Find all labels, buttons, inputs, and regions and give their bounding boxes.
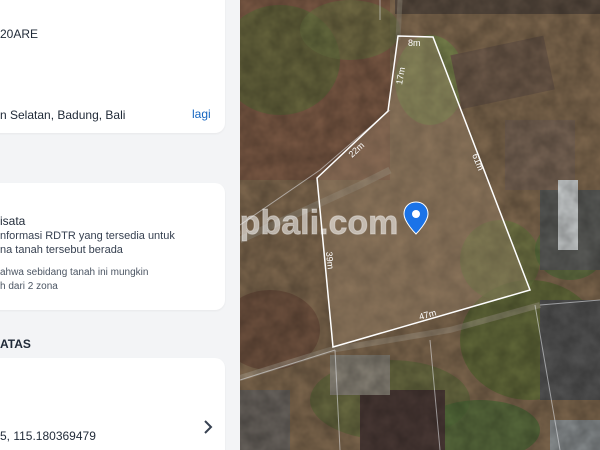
satellite-map[interactable]: 8m 17m 22m 61m 39m 47m dapbali.com (240, 0, 600, 450)
chevron-right-icon (204, 420, 213, 434)
location-text: n Selatan, Badung, Bali (0, 108, 126, 122)
zone-title: isata (0, 214, 26, 228)
watermark: dapbali.com (240, 204, 398, 242)
section-heading: ATAS (0, 337, 31, 351)
zone-info-line1: nformasi RDTR yang tersedia untuk (0, 230, 175, 242)
info-panel: 20ARE n Selatan, Badung, Bali lagi isata… (0, 0, 240, 450)
coordinate-card[interactable]: 5, 115.180369479 (0, 358, 225, 450)
zone-note-line1: ahwa sebidang tanah ini mungkin (0, 267, 149, 278)
more-link[interactable]: lagi (192, 107, 211, 121)
zone-card: isata nformasi RDTR yang tersedia untuk … (0, 183, 225, 310)
area-text: 20ARE (0, 27, 39, 41)
area-card: 20ARE n Selatan, Badung, Bali lagi (0, 0, 225, 133)
zone-info-line2: na tanah tersebut berada (0, 244, 123, 256)
coordinates-text: 5, 115.180369479 (0, 429, 96, 443)
measurement-top: 8m (408, 38, 421, 48)
measurement-left: 39m (324, 251, 336, 269)
zone-note-line2: h dari 2 zona (0, 281, 58, 292)
